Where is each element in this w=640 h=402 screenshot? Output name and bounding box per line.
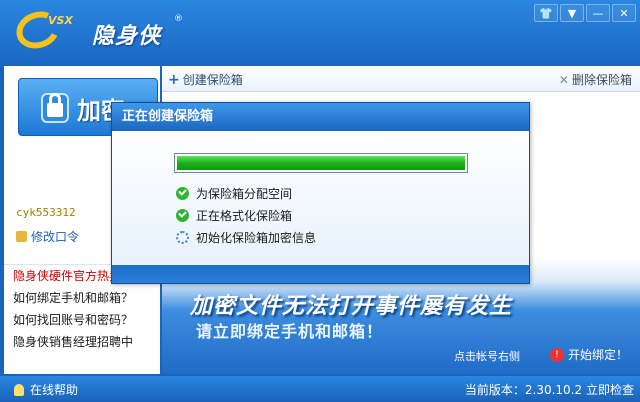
create-safe-label: 创建保险箱 <box>182 73 243 87</box>
shield-icon: ! <box>549 347 564 362</box>
window-controls: 👕 ▼ — ✕ <box>532 4 636 22</box>
link-sales-recruiting[interactable]: 隐身侠销售经理招聘中 <box>4 331 160 353</box>
step-format: 正在格式化保险箱 <box>176 207 292 224</box>
minimize-icon: — <box>592 7 604 20</box>
delete-icon: ✕ <box>558 73 569 87</box>
delete-safe-button[interactable]: ✕ 删除保险箱 <box>559 71 632 88</box>
lock-small-icon <box>16 231 27 242</box>
step-label: 初始化保险箱加密信息 <box>196 231 317 245</box>
dialog-footer <box>112 265 529 283</box>
title-bar: VSX 隐身侠 ® 👕 ▼ — ✕ <box>0 0 640 64</box>
logo-e-mark <box>11 5 65 55</box>
app-logo: VSX 隐身侠 ® <box>11 5 186 55</box>
spinner-icon <box>176 231 189 244</box>
close-button[interactable]: ✕ <box>612 4 636 22</box>
progress-bar <box>174 153 468 173</box>
create-safe-dialog: 正在创建保险箱 为保险箱分配空间 正在格式化保险箱 初始化保险箱加密信息 <box>111 102 530 284</box>
start-binding-link[interactable]: ! 开始绑定！ <box>549 346 628 363</box>
toolbar: + 创建保险箱 ✕ 删除保险箱 <box>162 66 640 92</box>
start-binding-label: 开始绑定！ <box>567 348 628 362</box>
menu-button[interactable]: ▼ <box>560 4 584 22</box>
version-info: 当前版本：2.30.10.2 立即检查 <box>465 381 634 398</box>
step-init-encryption: 初始化保险箱加密信息 <box>176 229 316 246</box>
progress-fill <box>177 156 465 170</box>
change-password-link[interactable]: 修改口令 <box>16 228 79 245</box>
lightbulb-icon <box>14 383 24 396</box>
status-bar: 在线帮助 当前版本：2.30.10.2 立即检查 <box>0 376 640 402</box>
online-help-link[interactable]: 在线帮助 <box>14 381 78 398</box>
dropdown-icon: ▼ <box>567 7 577 20</box>
logo-badge: VSX <box>48 14 73 27</box>
banner-subtitle: 请立即绑定手机和邮箱！ <box>196 322 384 341</box>
banner-hint: 点击帐号右侧 <box>454 350 520 363</box>
online-help-label: 在线帮助 <box>30 383 79 397</box>
link-bind-phone-email[interactable]: 如何绑定手机和邮箱？ <box>4 287 160 309</box>
step-label: 正在格式化保险箱 <box>196 209 293 223</box>
skin-button[interactable]: 👕 <box>534 4 558 22</box>
link-recover-account[interactable]: 如何找回账号和密码？ <box>4 309 160 331</box>
logo-registered: ® <box>174 14 183 24</box>
close-icon: ✕ <box>619 7 629 20</box>
lock-icon <box>41 93 69 123</box>
change-password-label: 修改口令 <box>31 230 80 244</box>
shirt-icon: 👕 <box>539 7 553 20</box>
minimize-button[interactable]: — <box>586 4 610 22</box>
check-update-link[interactable]: 立即检查 <box>586 383 634 397</box>
app-window: VSX 隐身侠 ® 👕 ▼ — ✕ 加密 cyk553312 修改口令 隐身侠硬… <box>0 0 640 402</box>
create-safe-button[interactable]: + 创建保险箱 <box>168 71 243 88</box>
step-label: 为保险箱分配空间 <box>196 187 293 201</box>
step-allocate: 为保险箱分配空间 <box>176 185 292 202</box>
logo-text: 隐身侠 <box>92 24 162 49</box>
account-name[interactable]: cyk553312 <box>16 206 76 219</box>
check-icon <box>176 187 189 200</box>
delete-safe-label: 删除保险箱 <box>571 73 632 87</box>
dialog-title: 正在创建保险箱 <box>112 103 529 131</box>
version-label: 当前版本：2.30.10.2 <box>464 383 583 397</box>
check-icon <box>176 209 189 222</box>
banner-title: 加密文件无法打开事件屡有发生 <box>190 294 513 319</box>
dialog-body: 为保险箱分配空间 正在格式化保险箱 初始化保险箱加密信息 <box>112 131 529 265</box>
plus-icon: + <box>168 72 180 88</box>
